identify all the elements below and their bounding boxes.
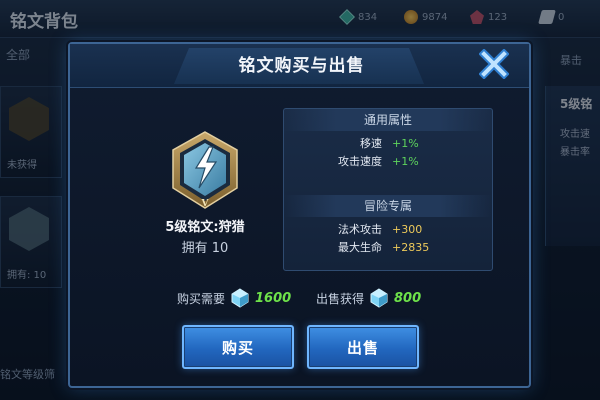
close-button[interactable] [473, 44, 515, 84]
attribute-value: +2835 [392, 241, 430, 254]
crystal-icon [231, 288, 249, 308]
buy-price: 购买需要 1600 [177, 287, 291, 309]
common-attributes-header: 通用属性 [284, 109, 492, 131]
attribute-row: 攻击速度 +1% [284, 154, 492, 170]
attribute-value: +300 [392, 223, 423, 236]
dialog-title: 铭文购买与出售 [238, 56, 365, 76]
attribute-panel: 通用属性 移速 +1% 攻击速度 +1% 冒险专属 法术攻击 +300 最大生命… [283, 108, 493, 271]
attribute-name: 法术攻击 [338, 223, 382, 236]
rune-emblem-icon: V [172, 131, 238, 209]
attribute-row: 移速 +1% [284, 136, 492, 152]
sell-button[interactable]: 出售 [307, 325, 419, 369]
attribute-name: 攻击速度 [338, 155, 382, 168]
close-icon [479, 49, 509, 79]
buy-price-label: 购买需要 [177, 291, 226, 306]
buy-price-value: 1600 [255, 290, 292, 306]
adventure-attributes-header: 冒险专属 [284, 195, 492, 217]
sell-price-value: 800 [394, 290, 422, 306]
rune-owned-count: 拥有 10 [181, 241, 229, 256]
rune-trade-dialog: 铭文购买与出售 V 5级铭文:狩猎 拥有 10 通用属性 移速 +1% 攻击速度… [68, 42, 531, 388]
attribute-row: 法术攻击 +300 [284, 222, 492, 238]
attribute-row: 最大生命 +2835 [284, 240, 492, 256]
crystal-icon [370, 288, 388, 308]
attribute-value: +1% [392, 155, 419, 168]
rune-level-mark: V [201, 199, 210, 209]
sell-price-label: 出售获得 [316, 291, 365, 306]
buy-button[interactable]: 购买 [182, 325, 294, 369]
rune-name: 5级铭文:狩猎 [165, 220, 245, 235]
attribute-name: 移速 [360, 137, 382, 150]
attribute-value: +1% [392, 137, 419, 150]
sell-price: 出售获得 800 [316, 287, 421, 309]
attribute-name: 最大生命 [338, 241, 382, 254]
